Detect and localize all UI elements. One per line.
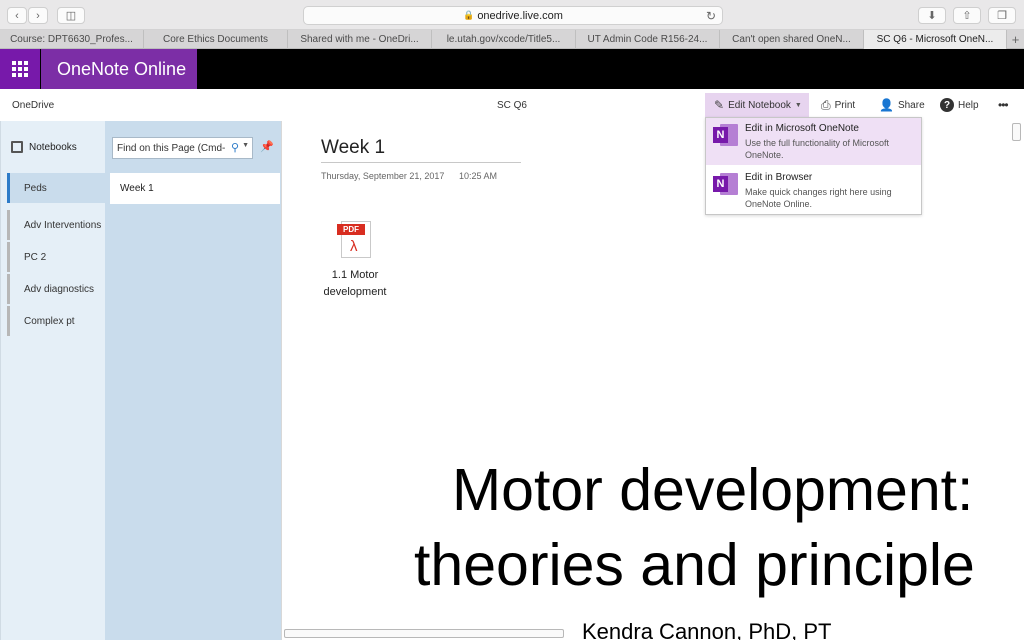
browser-tab[interactable]: Core Ethics Documents xyxy=(144,30,288,49)
tab-bar: Course: DPT6630_Profes... Core Ethics Do… xyxy=(0,30,1024,49)
app-launcher-button[interactable] xyxy=(0,49,40,89)
forward-button[interactable]: › xyxy=(28,7,48,24)
onenote-icon: N xyxy=(713,123,739,147)
browser-tab[interactable]: le.utah.gov/xcode/Title5... xyxy=(432,30,576,49)
more-button[interactable]: ••• xyxy=(998,93,1009,117)
menu-item-title: Edit in Browser xyxy=(745,172,813,183)
tab-overview-button[interactable]: ❐ xyxy=(988,7,1016,24)
page-title[interactable]: Week 1 xyxy=(321,137,385,159)
waffle-icon xyxy=(12,61,28,77)
section-pane: Notebooks Peds Adv Interventions PC 2 Ad… xyxy=(0,121,106,640)
section-pc-2[interactable]: PC 2 xyxy=(7,242,106,272)
edit-notebook-label: Edit Notebook xyxy=(728,99,791,111)
sidebar-icon: ◫ xyxy=(65,10,77,22)
browser-tab[interactable]: UT Admin Code R156-24... xyxy=(576,30,720,49)
edit-notebook-menu: N Edit in Microsoft OneNote Use the full… xyxy=(705,117,922,215)
attachment-name-line1: 1.1 Motor xyxy=(331,269,379,281)
menu-item-desc: Make quick changes right here using OneN… xyxy=(745,187,892,209)
horizontal-scrollbar[interactable] xyxy=(284,629,564,638)
share-label: Share xyxy=(897,99,925,111)
section-peds[interactable]: Peds xyxy=(7,173,106,203)
search-placeholder: Find on this Page (Cmd- xyxy=(117,142,226,154)
chevron-right-icon: › xyxy=(36,9,40,22)
browser-toolbar: ‹ › ◫ 🔒 onedrive.live.com ↻ ⬇ ⇧ ❐ xyxy=(0,0,1024,30)
section-adv-diagnostics[interactable]: Adv diagnostics xyxy=(7,274,106,304)
sidebar-toggle-button[interactable]: ◫ xyxy=(57,7,85,24)
share-button[interactable]: 👤 Share xyxy=(879,93,925,117)
find-on-page-input[interactable]: Find on this Page (Cmd- ⚲ ▼ xyxy=(112,137,253,159)
search-icon[interactable]: ⚲ xyxy=(231,141,239,154)
url-text: onedrive.live.com xyxy=(477,9,563,22)
chevron-left-icon: ‹ xyxy=(15,9,19,22)
tabs-icon: ❐ xyxy=(997,10,1007,22)
onedrive-breadcrumb[interactable]: OneDrive xyxy=(12,100,54,111)
slide-title-line-1: Motor development: xyxy=(452,457,974,523)
notebooks-button[interactable]: Notebooks xyxy=(11,141,77,153)
downloads-button[interactable]: ⬇ xyxy=(918,7,946,24)
search-options-caret-icon[interactable]: ▼ xyxy=(242,142,249,149)
slide-author: Kendra Cannon, PhD, PT xyxy=(582,619,832,640)
new-tab-button[interactable]: + xyxy=(1007,30,1024,49)
page-time: 10:25 AM xyxy=(459,171,498,181)
help-button[interactable]: ? Help xyxy=(940,93,979,117)
menu-item-title: Edit in Microsoft OneNote xyxy=(745,123,859,134)
slide-title-line-2: theories and principle xyxy=(414,532,975,598)
onenote-online-icon: N xyxy=(713,172,739,196)
download-icon: ⬇ xyxy=(927,10,937,22)
page-date: Thursday, September 21, 2017 xyxy=(321,171,445,181)
office-header: OneNote Online xyxy=(0,49,1024,89)
help-icon: ? xyxy=(940,98,954,112)
lock-icon: 🔒 xyxy=(463,10,475,20)
person-add-icon: 👤 xyxy=(879,98,894,112)
attachment-name-line2: development xyxy=(323,286,387,298)
caret-down-icon: ▼ xyxy=(794,101,802,109)
reload-icon[interactable]: ↻ xyxy=(706,9,716,23)
pdf-icon: PDF λ xyxy=(337,221,373,259)
share-icon: ⇧ xyxy=(962,10,972,22)
browser-tab-active[interactable]: SC Q6 - Microsoft OneN... xyxy=(864,30,1007,49)
browser-tab[interactable]: Shared with me - OneDri... xyxy=(288,30,432,49)
browser-tab[interactable]: Course: DPT6630_Profes... xyxy=(0,30,144,49)
edit-in-browser-item[interactable]: N Edit in Browser Make quick changes rig… xyxy=(706,167,921,214)
pdf-attachment[interactable]: PDF λ 1.1 Motor development xyxy=(312,221,398,301)
plus-icon: + xyxy=(1011,32,1020,47)
notebook-title: SC Q6 xyxy=(496,100,527,111)
section-complex-pt[interactable]: Complex pt xyxy=(7,306,106,336)
menu-item-desc: Use the full functionality of Microsoft … xyxy=(745,138,890,160)
page-item-week-1[interactable]: Week 1 xyxy=(110,173,280,204)
back-button[interactable]: ‹ xyxy=(7,7,27,24)
section-adv-interventions[interactable]: Adv Interventions xyxy=(7,210,106,240)
address-bar[interactable]: 🔒 onedrive.live.com ↻ xyxy=(303,6,723,25)
pin-icon[interactable]: 📌 xyxy=(260,140,274,153)
print-button[interactable]: ⎙ Print xyxy=(821,93,855,117)
vertical-scrollbar[interactable] xyxy=(1012,123,1021,141)
edit-in-onenote-item[interactable]: N Edit in Microsoft OneNote Use the full… xyxy=(706,118,921,165)
edit-notebook-button[interactable]: ✎ Edit Notebook ▼ xyxy=(705,93,809,117)
print-label: Print xyxy=(834,99,856,111)
notebooks-label: Notebooks xyxy=(29,141,77,153)
title-divider xyxy=(321,162,521,163)
notebook-icon xyxy=(11,141,23,153)
app-name[interactable]: OneNote Online xyxy=(41,49,197,89)
help-label: Help xyxy=(958,99,979,111)
pencil-icon: ✎ xyxy=(714,98,725,112)
browser-tab[interactable]: Can't open shared OneN... xyxy=(720,30,864,49)
page-pane: Find on this Page (Cmd- ⚲ ▼ 📌 Week 1 xyxy=(105,121,281,640)
printer-icon: ⎙ xyxy=(821,97,831,112)
share-sheet-button[interactable]: ⇧ xyxy=(953,7,981,24)
